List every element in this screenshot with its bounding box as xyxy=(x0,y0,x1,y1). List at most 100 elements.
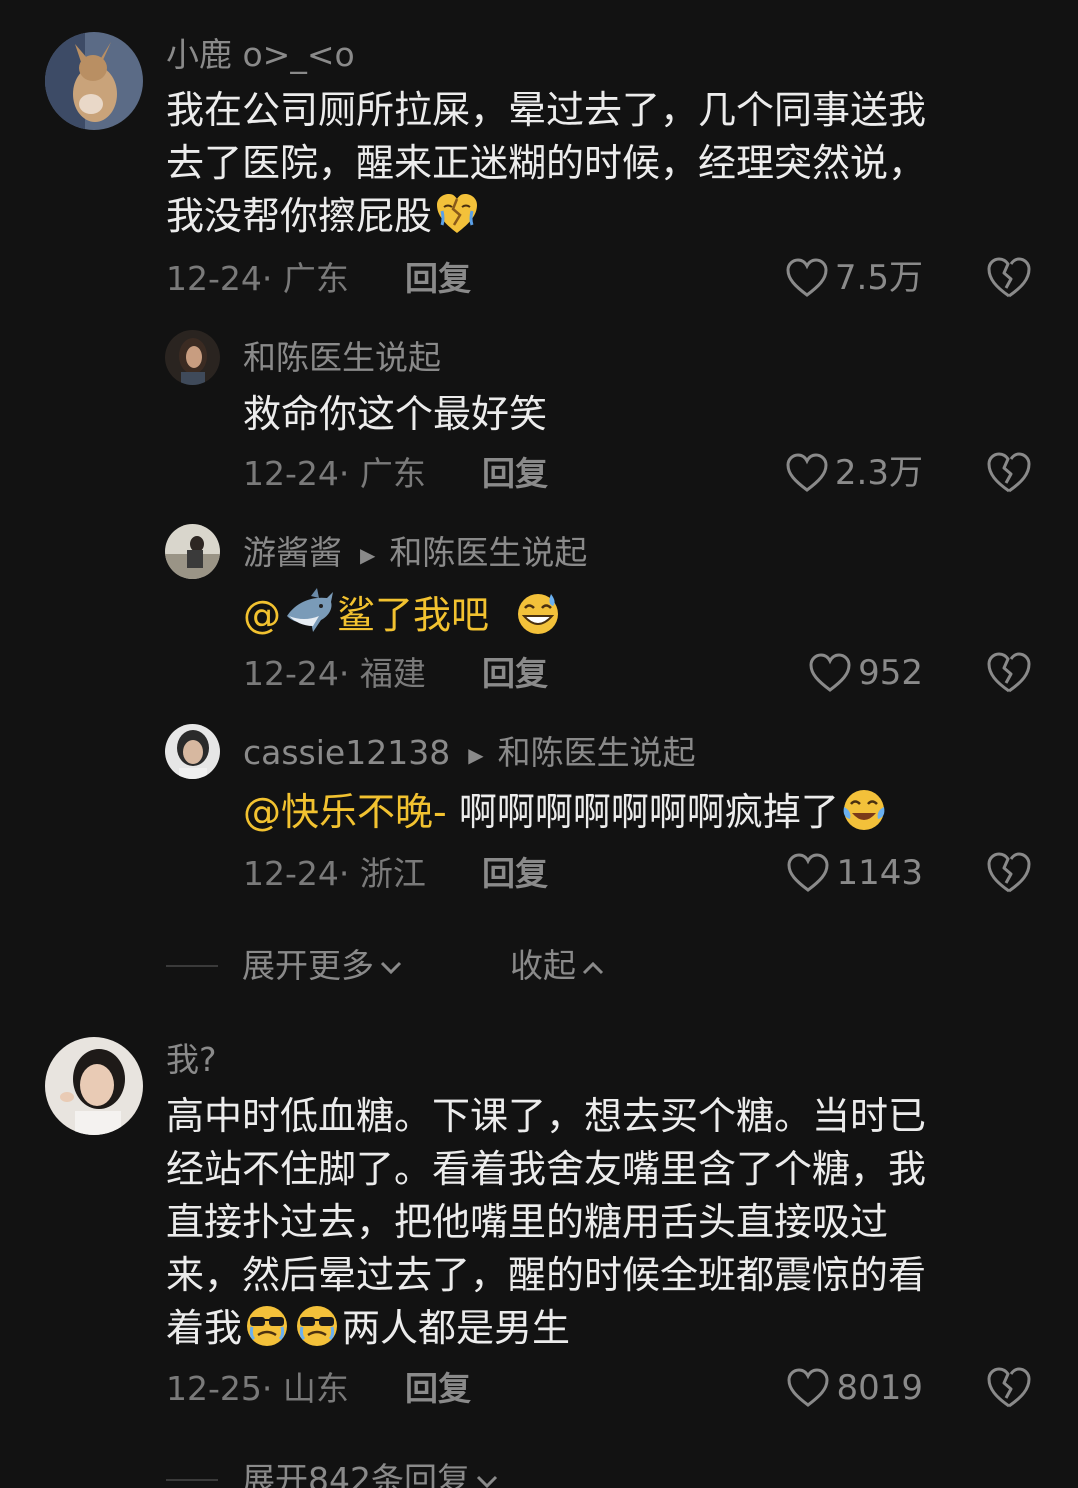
like-button[interactable]: 1143 xyxy=(786,853,923,893)
dislike-button[interactable] xyxy=(985,451,1033,495)
collapse-label: 收起 xyxy=(510,946,576,985)
reply-to-name[interactable]: 和陈医生说起 xyxy=(498,733,696,772)
comment-text-segment: 两人都是男生 xyxy=(342,1306,571,1350)
dislike-button[interactable] xyxy=(985,651,1033,695)
dislike-button[interactable] xyxy=(985,256,1033,300)
comment-location: · 广东 xyxy=(338,454,426,493)
grin-sweat-emoji-icon xyxy=(515,590,561,636)
expand-replies-button[interactable]: 展开842条回复 xyxy=(242,1460,498,1488)
heart-icon xyxy=(786,258,828,297)
comment-location: · 浙江 xyxy=(338,854,426,893)
heart-icon xyxy=(809,653,851,692)
heart-icon xyxy=(787,1368,829,1407)
comment-text: 高中时低血糖。下课了，想去买个糖。当时已 经站不住脚了。看着我舍友嘴里含了个糖，… xyxy=(166,1090,926,1355)
commenter-name[interactable]: 和陈医生说起 xyxy=(243,338,441,378)
commenter-name-text[interactable]: cassie12138 xyxy=(243,733,450,772)
comment-text-segment: 我没帮你擦屁股 xyxy=(166,194,433,238)
divider xyxy=(166,965,218,967)
like-button[interactable]: 7.5万 xyxy=(785,258,923,298)
chevron-up-icon xyxy=(582,961,604,975)
sunglasses-crying-emoji-icon xyxy=(294,1303,340,1349)
collapse-button[interactable]: 收起 xyxy=(510,946,604,986)
tears-of-joy-emoji-icon xyxy=(841,787,887,833)
like-count: 952 xyxy=(858,653,923,693)
broken-heart-icon xyxy=(987,257,1031,298)
reply-button[interactable]: 回复 xyxy=(405,259,471,299)
expand-more-button[interactable]: 展开更多 xyxy=(242,946,402,986)
expand-replies-label: 展开842条回复 xyxy=(242,1460,470,1488)
comment-text-line: 高中时低血糖。下课了，想去买个糖。当时已 xyxy=(166,1094,927,1138)
comment-text: @快乐不晚- 啊啊啊啊啊啊啊疯掉了 xyxy=(243,786,889,839)
chevron-down-icon xyxy=(380,961,402,975)
comment-text-line: 经站不住脚了。看着我舍友嘴里含了个糖，我 xyxy=(166,1147,927,1191)
comment-date: 12-25 xyxy=(166,1369,262,1408)
reply-arrow-icon: ▶ xyxy=(468,742,484,767)
comment-meta: 12-24· 福建 xyxy=(243,654,426,694)
broken-heart-crying-emoji-icon xyxy=(434,191,480,237)
broken-heart-icon xyxy=(987,1367,1031,1408)
like-count: 1143 xyxy=(836,853,923,893)
broken-heart-icon xyxy=(987,452,1031,493)
commenter-name: cassie12138 ▶ 和陈医生说起 xyxy=(243,733,696,775)
avatar[interactable] xyxy=(45,32,143,130)
avatar[interactable] xyxy=(165,524,220,579)
comment-location: · 广东 xyxy=(261,259,349,298)
comment-text-line: 去了医院，醒来正迷糊的时候，经理突然说， xyxy=(166,141,927,185)
comment-date: 12-24 xyxy=(243,654,339,693)
divider xyxy=(166,1479,218,1481)
heart-icon xyxy=(786,453,828,492)
commenter-name: 游酱酱 ▶ 和陈医生说起 xyxy=(243,533,587,575)
expand-more-label: 展开更多 xyxy=(242,946,374,985)
reply-button[interactable]: 回复 xyxy=(482,454,548,494)
comment-text-line: 我在公司厕所拉屎，晕过去了，几个同事送我 xyxy=(166,88,927,132)
comment-date: 12-24 xyxy=(166,259,262,298)
comment-meta: 12-25· 山东 xyxy=(166,1369,349,1409)
replies-toggle-row: 展开更多 收起 xyxy=(0,944,1078,988)
comment-date: 12-24 xyxy=(243,454,339,493)
broken-heart-icon xyxy=(987,852,1031,893)
sunglasses-crying-emoji-icon xyxy=(244,1303,290,1349)
mention[interactable]: @ xyxy=(243,593,281,637)
like-button[interactable]: 8019 xyxy=(786,1368,923,1408)
dislike-button[interactable] xyxy=(985,851,1033,895)
avatar[interactable] xyxy=(165,330,220,385)
dislike-button[interactable] xyxy=(985,1366,1033,1410)
comment-text: 我在公司厕所拉屎，晕过去了，几个同事送我 去了医院，醒来正迷糊的时候，经理突然说… xyxy=(166,84,926,243)
mention[interactable]: @快乐不晚- xyxy=(243,790,447,834)
comment-text-line: 着我 两人都是男生 xyxy=(166,1302,926,1355)
like-count: 7.5万 xyxy=(834,258,923,298)
comment-date: 12-24 xyxy=(243,854,339,893)
comment-text-line: 直接扑过去，把他嘴里的糖用舌头直接吸过 xyxy=(166,1200,889,1244)
shark-emoji-icon xyxy=(283,586,335,636)
comment-text-line: 我没帮你擦屁股 xyxy=(166,190,926,243)
comment-location: · 福建 xyxy=(338,654,426,693)
commenter-name[interactable]: 小鹿 o>_<o xyxy=(166,35,355,75)
reply-button[interactable]: 回复 xyxy=(482,654,548,694)
heart-icon xyxy=(787,853,829,892)
commenter-name[interactable]: 我? xyxy=(166,1040,217,1080)
like-count: 2.3万 xyxy=(834,453,923,493)
comment-meta: 12-24· 广东 xyxy=(166,259,349,299)
avatar[interactable] xyxy=(165,724,220,779)
chevron-down-icon xyxy=(476,1475,498,1488)
broken-heart-icon xyxy=(987,652,1031,693)
reply-button[interactable]: 回复 xyxy=(482,854,548,894)
comment-text-segment: 鲨了我吧 xyxy=(337,593,490,637)
reply-arrow-icon: ▶ xyxy=(360,542,376,567)
reply-button[interactable]: 回复 xyxy=(405,1369,471,1409)
replies-toggle-row: 展开842条回复 xyxy=(0,1458,1078,1488)
avatar[interactable] xyxy=(45,1037,143,1135)
comment-text-line: 来，然后晕过去了，醒的时候全班都震惊的看 xyxy=(166,1253,927,1297)
comment-text-segment: 啊啊啊啊啊啊啊疯掉了 xyxy=(458,790,839,834)
reply-to-name[interactable]: 和陈医生说起 xyxy=(389,533,587,572)
like-button[interactable]: 2.3万 xyxy=(785,453,923,493)
comment-text: @ 鲨了我吧 xyxy=(243,586,563,642)
commenter-name-text[interactable]: 游酱酱 xyxy=(243,533,342,572)
comment-meta: 12-24· 广东 xyxy=(243,454,426,494)
like-count: 8019 xyxy=(836,1368,923,1408)
like-button[interactable]: 952 xyxy=(808,653,923,693)
comment-location: · 山东 xyxy=(261,1369,349,1408)
comment-meta: 12-24· 浙江 xyxy=(243,854,426,894)
comment-text-segment: 着我 xyxy=(166,1306,243,1350)
comment-text: 救命你这个最好笑 xyxy=(243,392,548,436)
